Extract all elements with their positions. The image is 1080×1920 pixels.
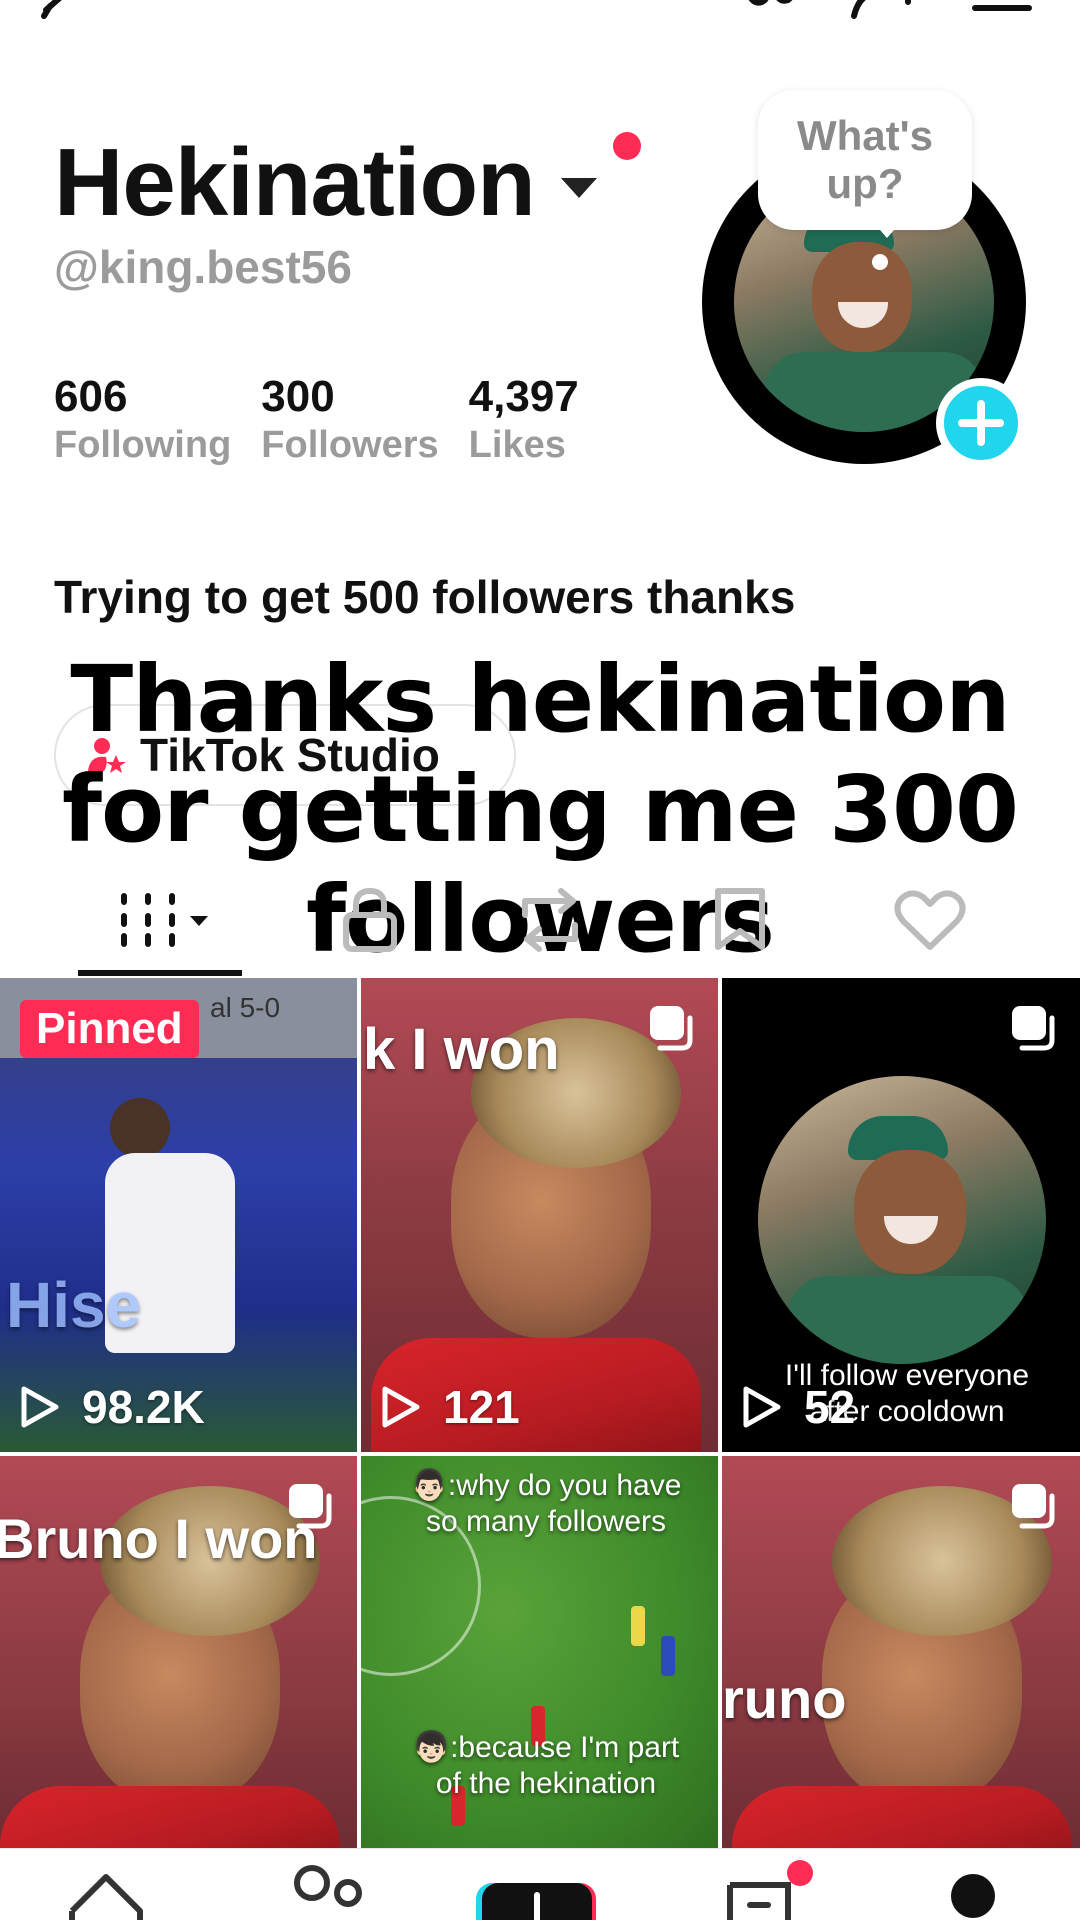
play-icon: [743, 1386, 781, 1428]
profile-bio: Trying to get 500 followers thanks: [54, 571, 796, 623]
plus-icon: [958, 400, 1004, 446]
view-count: 52: [742, 1380, 855, 1434]
inbox-icon[interactable]: [724, 1879, 794, 1920]
profile-stats: 606 Following 300 Followers 4,397 Likes: [54, 372, 609, 468]
add-friend-icon[interactable]: [850, 0, 922, 25]
multi-photo-icon: [1008, 1002, 1058, 1057]
multi-photo-icon: [1008, 1480, 1058, 1535]
stat-value: 606: [54, 372, 128, 421]
stat-likes[interactable]: 4,397 Likes: [469, 372, 579, 468]
view-count-value: 52: [804, 1381, 856, 1433]
video-caption-top: 👨🏻:why do you have so many followers: [410, 1469, 682, 1538]
bubble-dot: [872, 254, 888, 270]
friends-icon[interactable]: [292, 1863, 366, 1918]
view-count-value: 98.2K: [82, 1381, 205, 1433]
multi-photo-icon: [285, 1480, 335, 1535]
stat-value: 4,397: [468, 372, 579, 421]
account-switch-caret-icon[interactable]: [560, 178, 597, 198]
video-thumbnail[interactable]: I'll follow everyone after cooldown 52: [722, 978, 1080, 1452]
player-figure: [631, 1606, 645, 1646]
view-count: 98.2K: [20, 1380, 205, 1434]
add-story-button[interactable]: [936, 378, 1026, 468]
footprint-icon[interactable]: [740, 0, 800, 25]
avatar-circle: [758, 1076, 1046, 1364]
view-count: 121: [381, 1380, 520, 1434]
tab-favorites[interactable]: [690, 870, 790, 970]
edit-pencil-icon[interactable]: [40, 0, 100, 25]
video-top-text: runo: [722, 1667, 847, 1730]
video-thumbnail[interactable]: al 5-0 Hise Pinned 98.2K: [0, 978, 357, 1452]
video-thumbnail[interactable]: runo: [722, 1456, 1080, 1848]
pinned-badge: Pinned: [20, 1000, 199, 1058]
create-button[interactable]: [476, 1883, 606, 1920]
status-bubble-tail: [873, 222, 901, 238]
status-bubble-text: What's up?: [797, 112, 933, 207]
stat-following[interactable]: 606 Following: [54, 372, 231, 468]
stadium-board-text: Hise: [6, 1269, 142, 1341]
home-icon[interactable]: [66, 1871, 146, 1920]
heart-icon: [894, 890, 966, 950]
top-bar: [0, 0, 1080, 30]
tab-liked[interactable]: [880, 870, 980, 970]
status-bubble[interactable]: What's up?: [758, 90, 972, 230]
profile-name-row[interactable]: Hekination: [54, 128, 597, 238]
tab-private[interactable]: [320, 870, 420, 970]
video-top-text: Bruno I won: [0, 1507, 318, 1570]
inbox-notification-dot: [786, 1859, 814, 1892]
stat-label: Likes: [468, 424, 566, 466]
profile-icon[interactable]: [950, 1873, 996, 1920]
person-shirt: [0, 1786, 340, 1848]
stat-value: 300: [261, 372, 335, 421]
stat-label: Followers: [261, 424, 439, 466]
tab-videos[interactable]: [100, 870, 220, 970]
stat-followers[interactable]: 300 Followers: [261, 372, 438, 468]
view-count-value: 121: [443, 1381, 520, 1433]
username-handle: @king.best56: [54, 241, 352, 293]
video-thumbnail[interactable]: 👨🏻:why do you have so many followers 👦🏻:…: [361, 1456, 718, 1848]
menu-icon[interactable]: [970, 0, 1034, 18]
bottom-navigation: [0, 1848, 1080, 1920]
lock-icon: [343, 887, 397, 952]
multi-photo-icon: [646, 1002, 696, 1057]
stat-label: Following: [54, 424, 232, 466]
bookmark-icon: [715, 888, 765, 950]
player-head: [110, 1098, 170, 1158]
grid-icon: [121, 893, 208, 947]
notification-dot: [613, 132, 641, 160]
active-tab-indicator: [78, 970, 242, 976]
repost-icon: [522, 888, 578, 952]
video-top-text: k I won: [363, 1017, 560, 1082]
tab-reposts[interactable]: [500, 870, 600, 970]
play-icon: [21, 1386, 59, 1428]
video-top-text: al 5-0: [210, 992, 281, 1023]
video-thumbnail[interactable]: k I won 121: [361, 978, 718, 1452]
video-thumbnail[interactable]: Bruno I won: [0, 1456, 357, 1848]
play-icon: [382, 1386, 420, 1428]
video-caption-bottom: 👦🏻:because I'm part of the hekination: [412, 1731, 680, 1800]
player-figure: [661, 1636, 675, 1676]
display-name: Hekination: [54, 129, 536, 236]
profile-tabs: [0, 870, 1080, 980]
person-shirt: [732, 1786, 1072, 1848]
